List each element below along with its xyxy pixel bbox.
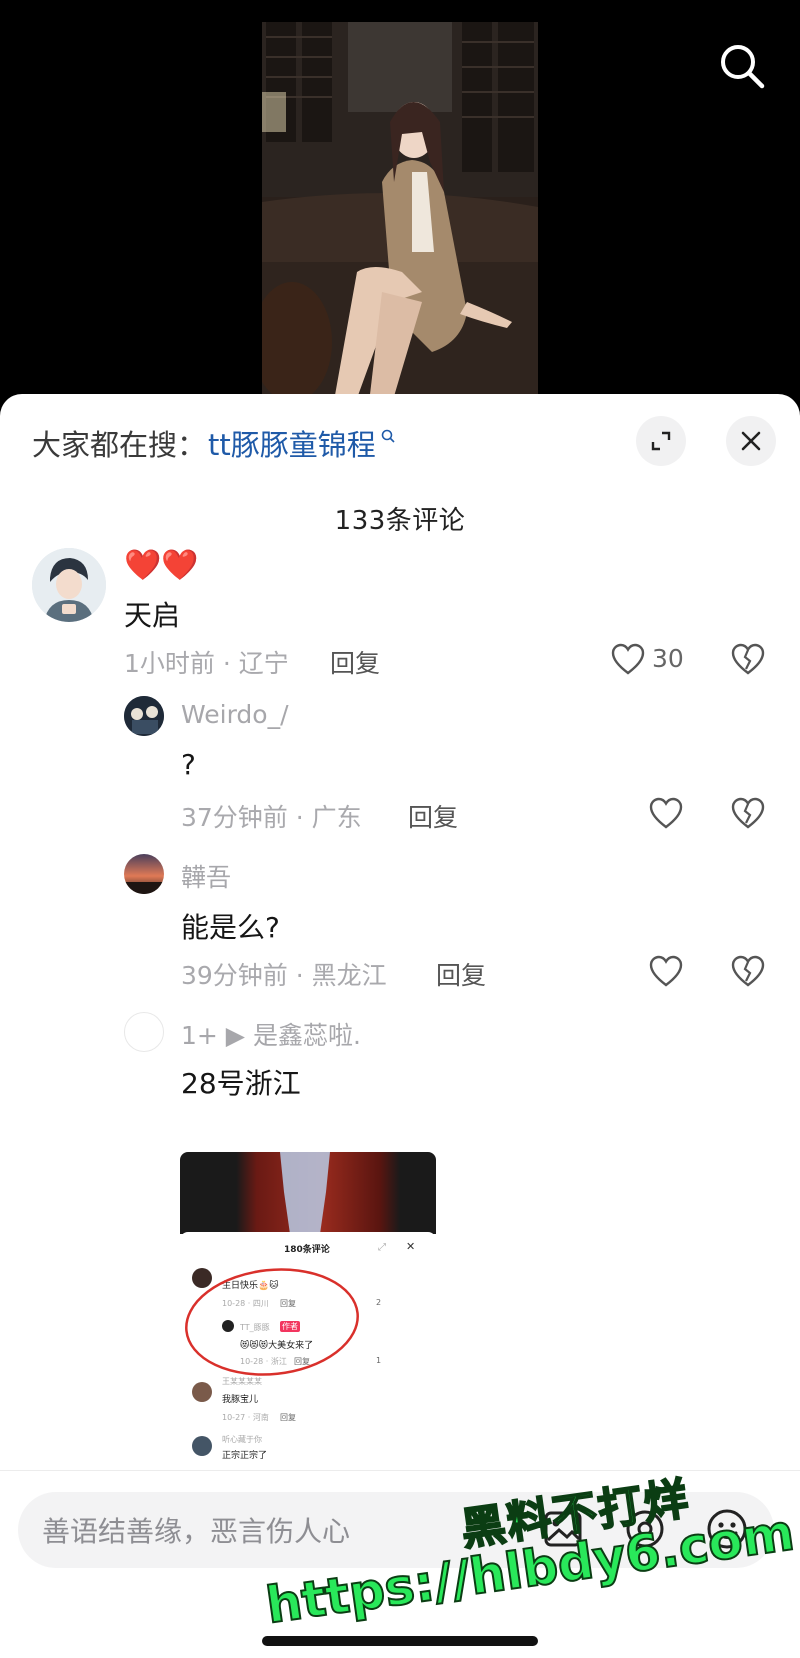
avatar-illustration bbox=[124, 854, 164, 894]
avatar[interactable] bbox=[32, 548, 106, 622]
like-icon[interactable] bbox=[648, 796, 688, 836]
at-mention-icon[interactable] bbox=[622, 1506, 668, 1552]
broken-heart-icon bbox=[731, 955, 765, 987]
reply-button[interactable]: 回复 bbox=[408, 798, 458, 834]
emoji-icon[interactable] bbox=[704, 1506, 750, 1552]
heart-outline-icon bbox=[649, 955, 683, 987]
thumb-comment-text: 我豚宝儿 bbox=[222, 1395, 259, 1405]
close-icon bbox=[741, 431, 761, 451]
like-icon[interactable] bbox=[648, 954, 688, 994]
expand-icon bbox=[651, 431, 671, 451]
search-icon[interactable] bbox=[716, 40, 768, 92]
thumb-avatar bbox=[192, 1382, 212, 1402]
thumb-expand-icon: ⤢ bbox=[378, 1242, 386, 1253]
at-icon-glyph bbox=[626, 1510, 664, 1548]
thumb-comment-panel: 180条评论 ⤢ ✕ 生日快乐🎂🐱 10-28 · 四川 回复 2 TT_豚豚 … bbox=[180, 1232, 436, 1462]
heart-outline-icon bbox=[649, 797, 683, 829]
close-button[interactable] bbox=[726, 416, 776, 466]
comment-emoji: ❤️❤️ bbox=[124, 548, 199, 583]
comment-text: 天启 bbox=[124, 599, 181, 632]
small-search-icon bbox=[381, 429, 395, 443]
reply-author-name[interactable]: 1+ ▶ 是鑫蕊啦. bbox=[181, 1016, 361, 1052]
broken-heart-icon bbox=[731, 643, 765, 675]
comment-input-placeholder: 善语结善缘，恶言伤人心 bbox=[42, 1515, 351, 1548]
trending-search-term[interactable]: tt豚豚童锦程 bbox=[208, 422, 376, 464]
heart-outline-icon bbox=[611, 643, 645, 675]
thumb-figure-illustration bbox=[280, 1152, 330, 1234]
trending-search-hint[interactable]: 大家都在搜： tt豚豚童锦程 bbox=[32, 422, 396, 464]
comment-meta: 37分钟前 · 广东 bbox=[181, 803, 362, 832]
dislike-icon[interactable] bbox=[730, 642, 770, 682]
thumb-author-name: 听心藏于你 bbox=[222, 1435, 262, 1444]
thumb-video-preview bbox=[180, 1152, 436, 1234]
avatar[interactable] bbox=[124, 696, 164, 736]
comment-sheet: 大家都在搜： tt豚豚童锦程 133条评论 ❤️❤️ 天启 1小时前 · 辽宁 … bbox=[0, 394, 800, 1658]
like-count: 30 bbox=[652, 644, 684, 673]
red-circle-annotation bbox=[185, 1268, 359, 1376]
comment-text: ? bbox=[181, 748, 196, 781]
thumb-author-name: 王某某某某 bbox=[222, 1377, 262, 1386]
reply-button[interactable]: 回复 bbox=[330, 644, 380, 680]
video-player[interactable] bbox=[0, 0, 800, 420]
video-frame bbox=[262, 22, 538, 420]
avatar[interactable] bbox=[124, 1012, 164, 1052]
image-icon[interactable] bbox=[540, 1506, 586, 1552]
comment-text: 能是么? bbox=[181, 911, 280, 944]
thumb-comment-meta: 10-27 · 河南 bbox=[222, 1413, 269, 1422]
expand-button[interactable] bbox=[636, 416, 686, 466]
thumb-reply: 回复 bbox=[280, 1413, 296, 1422]
comment-meta: 39分钟前 · 黑龙江 bbox=[181, 961, 387, 990]
thumb-comment-text: 正宗正宗了 bbox=[222, 1451, 268, 1461]
reply-author-name[interactable]: 韡吾 bbox=[181, 858, 231, 894]
image-icon-glyph bbox=[544, 1511, 582, 1547]
avatar[interactable] bbox=[124, 854, 164, 894]
comment-image[interactable]: 180条评论 ⤢ ✕ 生日快乐🎂🐱 10-28 · 四川 回复 2 TT_豚豚 … bbox=[180, 1152, 436, 1462]
comment-meta: 1小时前 · 辽宁 bbox=[124, 649, 289, 678]
reply-button[interactable]: 回复 bbox=[436, 956, 486, 992]
dislike-icon[interactable] bbox=[730, 796, 770, 836]
dislike-icon[interactable] bbox=[730, 954, 770, 994]
broken-heart-icon bbox=[731, 797, 765, 829]
search-icon-glyph bbox=[721, 45, 765, 89]
thumb-comment-count: 180条评论 bbox=[284, 1245, 330, 1255]
avatar-illustration bbox=[32, 548, 106, 622]
video-scene-illustration bbox=[262, 22, 538, 420]
avatar-illustration bbox=[124, 696, 164, 736]
reply-author-name[interactable]: Weirdo_/ bbox=[181, 700, 289, 729]
comment-text: 28号浙江 bbox=[181, 1067, 301, 1100]
divider bbox=[0, 1470, 800, 1471]
thumb-like-count: 2 bbox=[376, 1298, 382, 1307]
home-indicator[interactable] bbox=[262, 1636, 538, 1646]
trending-search-label: 大家都在搜： bbox=[32, 428, 207, 462]
thumb-like-count: 1 bbox=[376, 1356, 382, 1365]
smiley-icon-glyph bbox=[707, 1509, 747, 1549]
thumb-close-icon: ✕ bbox=[406, 1240, 416, 1253]
thumb-avatar bbox=[192, 1436, 212, 1456]
comment-count-title: 133条评论 bbox=[334, 506, 466, 536]
like-icon[interactable] bbox=[610, 642, 650, 682]
